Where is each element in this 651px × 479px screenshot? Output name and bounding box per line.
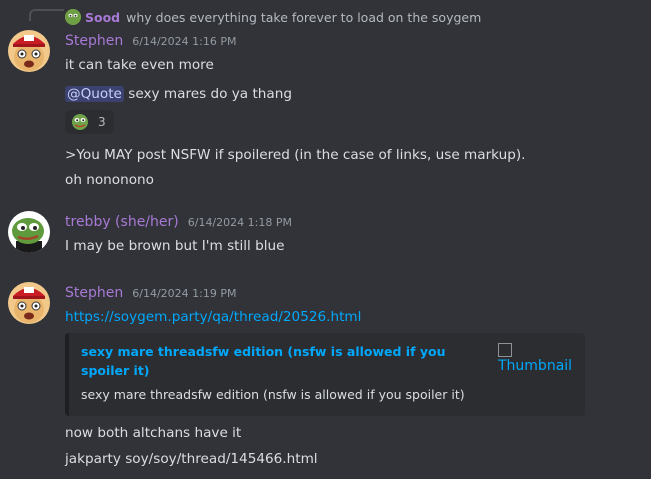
pepe-emoji-icon [72, 114, 88, 130]
broken-image-icon [498, 343, 512, 357]
reply-preview[interactable]: Sood why does everything take forever to… [65, 8, 481, 26]
soyjak-avatar-icon [8, 282, 50, 324]
reaction-count: 3 [98, 115, 106, 129]
reply-avatar[interactable] [65, 9, 81, 25]
message-text: jakparty soy/soy/thread/145466.html [65, 451, 318, 467]
author-name[interactable]: Stephen [65, 33, 123, 49]
soyjak-avatar-icon [8, 30, 50, 72]
message-text: >You MAY post NSFW if spoilered (in the … [65, 147, 526, 163]
thumbnail-alt-text: Thumbnail [498, 358, 573, 374]
message-text: I may be brown but I'm still blue [65, 238, 285, 254]
message-text: now both altchans have it [65, 425, 242, 441]
embed-thumbnail[interactable]: Thumbnail [494, 341, 578, 381]
message-link[interactable]: https://soygem.party/qa/thread/20526.htm… [65, 309, 361, 325]
timestamp[interactable]: 6/14/2024 1:16 PM [132, 35, 236, 48]
message-text: oh nononono [65, 172, 154, 188]
pepe-avatar-icon [8, 211, 50, 253]
reply-connector [29, 9, 64, 21]
avatar[interactable] [8, 282, 50, 324]
message-stephen-1: Stephen 6/14/2024 1:16 PM it can take ev… [65, 33, 641, 103]
message-text: sexy mares do ya thang [128, 86, 292, 102]
message-text-with-mention: @Quote sexy mares do ya thang [65, 85, 641, 103]
timestamp[interactable]: 6/14/2024 1:19 PM [132, 287, 236, 300]
reply-author[interactable]: Sood [85, 10, 120, 25]
reply-text[interactable]: why does everything take forever to load… [126, 10, 481, 25]
link-embed: sexy mare threadsfw edition (nsfw is all… [65, 333, 585, 416]
reaction-button[interactable]: 3 [65, 110, 114, 134]
mention[interactable]: @Quote [65, 86, 124, 102]
embed-description: sexy mare threadsfw edition (nsfw is all… [81, 387, 465, 402]
avatar[interactable] [8, 211, 50, 253]
avatar[interactable] [8, 30, 50, 72]
author-name[interactable]: Stephen [65, 285, 123, 301]
embed-title[interactable]: sexy mare threadsfw edition (nsfw is all… [81, 342, 466, 380]
message-trebby: trebby (she/her) 6/14/2024 1:18 PM I may… [65, 214, 641, 255]
message-stephen-2: Stephen 6/14/2024 1:19 PM https://soygem… [65, 285, 641, 326]
chat-log: Sood why does everything take forever to… [0, 0, 651, 479]
timestamp[interactable]: 6/14/2024 1:18 PM [188, 216, 292, 229]
message-text: it can take even more [65, 57, 214, 73]
author-name[interactable]: trebby (she/her) [65, 214, 179, 230]
